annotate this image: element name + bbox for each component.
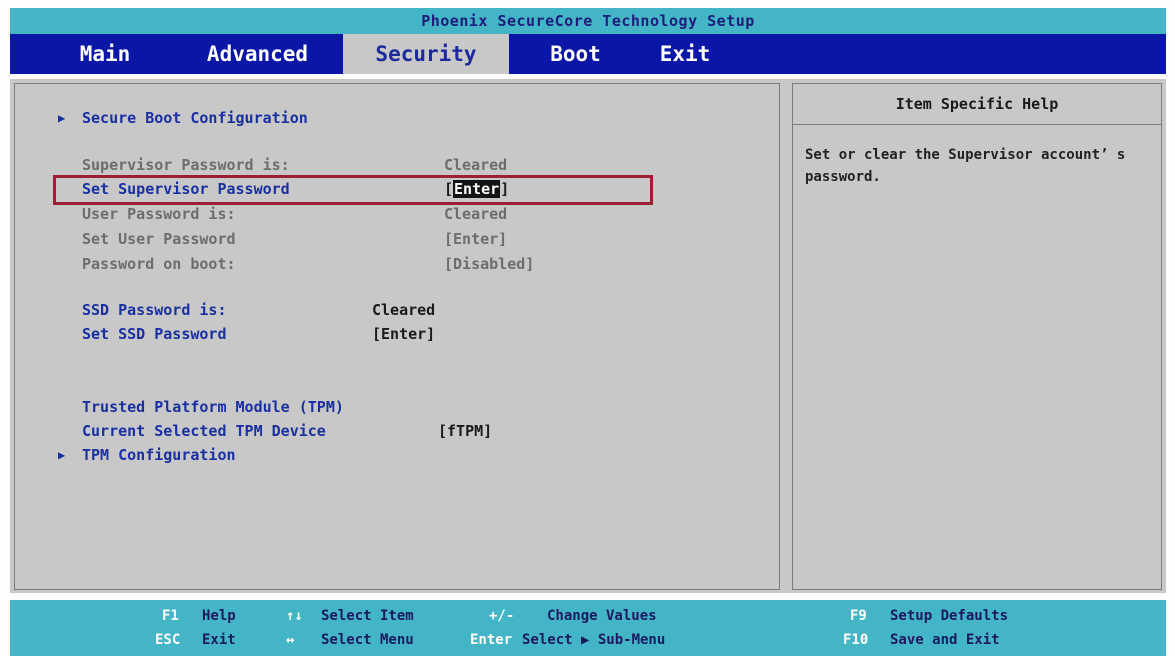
up-down-arrows-icon: ↑↓ xyxy=(286,608,303,624)
supervisor-password-status-label: Supervisor Password is: xyxy=(82,156,290,174)
user-password-status-value: Cleared xyxy=(444,205,508,223)
f9-label: Setup Defaults xyxy=(890,608,1009,624)
tab-advanced[interactable]: Advanced xyxy=(190,34,325,74)
f10-label: Save and Exit xyxy=(890,632,1000,648)
key-help-footer: F1 Help ↑↓ Select Item +/- Change Values… xyxy=(10,600,1166,656)
set-user-password-value[interactable]: [Enter] xyxy=(444,229,507,249)
tpm-device-item[interactable]: Current Selected TPM Device xyxy=(82,421,326,441)
tpm-configuration-item[interactable]: TPM Configuration xyxy=(82,445,236,465)
tab-boot[interactable]: Boot xyxy=(533,34,618,74)
submenu-arrow-icon: ▶ xyxy=(58,448,66,462)
tab-security[interactable]: Security xyxy=(343,34,509,74)
enter-label: Select ▶ Sub-Menu xyxy=(522,632,666,648)
footer-f9: F9 Setup Defaults xyxy=(850,606,1008,626)
footer-enter: Enter Select ▶ Sub-Menu xyxy=(470,630,665,650)
updown-label: Select Item xyxy=(321,608,414,624)
bios-title-bar: Phoenix SecureCore Technology Setup xyxy=(10,8,1166,34)
password-on-boot-item[interactable]: Password on boot: xyxy=(82,254,236,274)
help-text: Set or clear the Supervisor account’ s p… xyxy=(805,147,1126,185)
tab-main[interactable]: Main xyxy=(55,34,155,74)
footer-f1: F1 Help xyxy=(162,606,236,626)
plus-minus-key: +/- xyxy=(489,608,515,624)
supervisor-password-status-value: Cleared xyxy=(444,156,508,174)
tab-exit[interactable]: Exit xyxy=(645,34,725,74)
f1-label: Help xyxy=(202,608,236,624)
leftright-label: Select Menu xyxy=(321,632,414,648)
set-supervisor-password-value[interactable]: [Enter] xyxy=(444,179,509,199)
esc-key: ESC xyxy=(155,632,181,648)
footer-f10: F10 Save and Exit xyxy=(843,630,1000,650)
set-user-password-item[interactable]: Set User Password xyxy=(82,229,236,249)
bios-title: Phoenix SecureCore Technology Setup xyxy=(421,12,755,30)
f9-key: F9 xyxy=(850,608,867,624)
selected-enter-value[interactable]: Enter xyxy=(453,180,501,198)
tpm-heading: Trusted Platform Module (TPM) xyxy=(82,398,344,416)
set-supervisor-password-item[interactable]: Set Supervisor Password xyxy=(82,179,290,199)
f10-key: F10 xyxy=(843,632,869,648)
f1-key: F1 xyxy=(162,608,179,624)
secure-boot-config-item[interactable]: Secure Boot Configuration xyxy=(82,108,308,128)
footer-plusminus: +/- Change Values xyxy=(489,606,657,626)
ssd-password-status-value: Cleared xyxy=(372,301,436,319)
set-ssd-password-item[interactable]: Set SSD Password xyxy=(82,324,227,344)
footer-esc: ESC Exit xyxy=(155,630,236,650)
left-right-arrow-icon: ↔ xyxy=(286,632,295,648)
submenu-arrow-icon: ▶ xyxy=(58,111,66,125)
password-on-boot-value[interactable]: [Disabled] xyxy=(444,254,534,274)
tpm-device-value[interactable]: [fTPM] xyxy=(438,421,492,441)
plusminus-label: Change Values xyxy=(547,608,657,624)
user-password-status-label: User Password is: xyxy=(82,205,236,223)
enter-key: Enter xyxy=(470,632,513,648)
esc-label: Exit xyxy=(202,632,236,648)
footer-leftright: ↔ Select Menu xyxy=(286,630,414,650)
ssd-password-status-label: SSD Password is: xyxy=(82,301,227,319)
help-pane: Item Specific Help Set or clear the Supe… xyxy=(792,83,1162,590)
footer-updown: ↑↓ Select Item xyxy=(286,606,414,626)
set-ssd-password-value[interactable]: [Enter] xyxy=(372,324,435,344)
help-title: Item Specific Help xyxy=(793,84,1161,125)
bios-menu-bar: Main Advanced Security Boot Exit xyxy=(10,34,1166,74)
